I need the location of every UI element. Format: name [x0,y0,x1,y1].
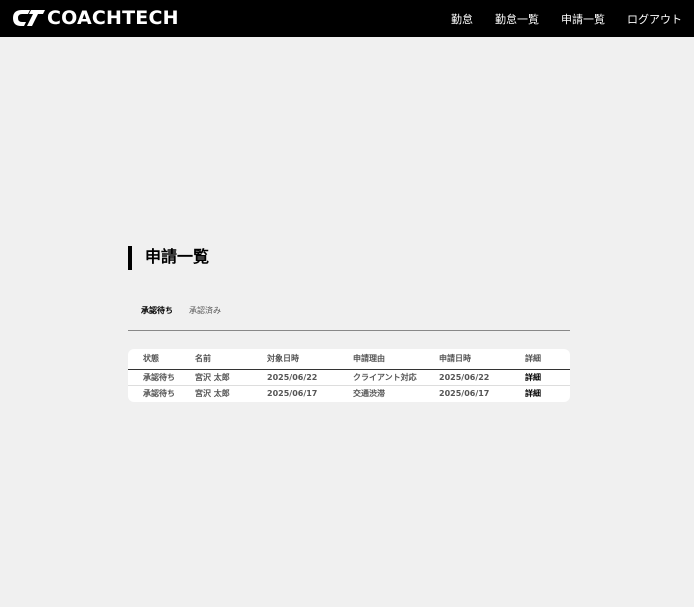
cell-applied-date: 2025/06/22 [439,372,490,382]
nav-request-list[interactable]: 申請一覧 [561,11,605,27]
header-status: 状態 [128,349,195,370]
header-reason: 申請理由 [353,349,439,370]
cell-name: 宮沢 太郎 [195,372,230,382]
cell-applied-date: 2025/06/17 [439,384,525,401]
cell-status: 承認待ち [143,372,175,382]
cell-target-date: 2025/06/17 [267,384,353,401]
ct-logo-icon [13,10,45,26]
table-row: 承認待ち 宮沢 太郎 2025/06/17 交通渋滞 2025/06/17 詳細 [128,384,570,401]
table-row: 承認待ち 宮沢 太郎 2025/06/22 クライアント対応 2025/06/2… [128,369,570,385]
page-title: 申請一覧 [145,247,210,266]
cell-name: 宮沢 太郎 [195,384,267,401]
title-accent-bar [128,246,132,270]
tab-pending[interactable]: 承認待ち [141,305,173,317]
table-header-row: 状態 名前 対象日時 申請理由 申請日時 詳細 [128,349,570,370]
detail-link[interactable]: 詳細 [525,369,570,385]
request-table-card: 状態 名前 対象日時 申請理由 申請日時 詳細 承認待ち 宮沢 太郎 2025/… [128,349,570,402]
cell-reason: 交通渋滞 [353,384,439,401]
top-header: COACHTECH 勤怠 勤怠一覧 申請一覧 ログアウト [0,0,694,37]
nav-attendance-list[interactable]: 勤怠一覧 [495,11,539,27]
main-nav: 勤怠 勤怠一覧 申請一覧 ログアウト [429,0,682,37]
request-table: 状態 名前 対象日時 申請理由 申請日時 詳細 承認待ち 宮沢 太郎 2025/… [128,349,570,401]
logo-text: COACHTECH [47,7,179,29]
header-applied-date: 申請日時 [439,349,525,370]
nav-attendance[interactable]: 勤怠 [451,11,473,27]
header-name: 名前 [195,349,267,370]
coachtech-logo[interactable]: COACHTECH [13,8,179,28]
header-target-date: 対象日時 [267,349,353,370]
nav-logout[interactable]: ログアウト [627,11,682,27]
detail-link[interactable]: 詳細 [525,384,570,401]
tab-divider [128,330,570,331]
request-tabs: 承認待ち 承認済み [141,305,237,317]
cell-target-date: 2025/06/22 [267,372,318,382]
header-detail: 詳細 [525,349,570,370]
cell-reason: クライアント対応 [353,372,417,382]
tab-approved[interactable]: 承認済み [189,305,221,317]
cell-status: 承認待ち [128,384,195,401]
